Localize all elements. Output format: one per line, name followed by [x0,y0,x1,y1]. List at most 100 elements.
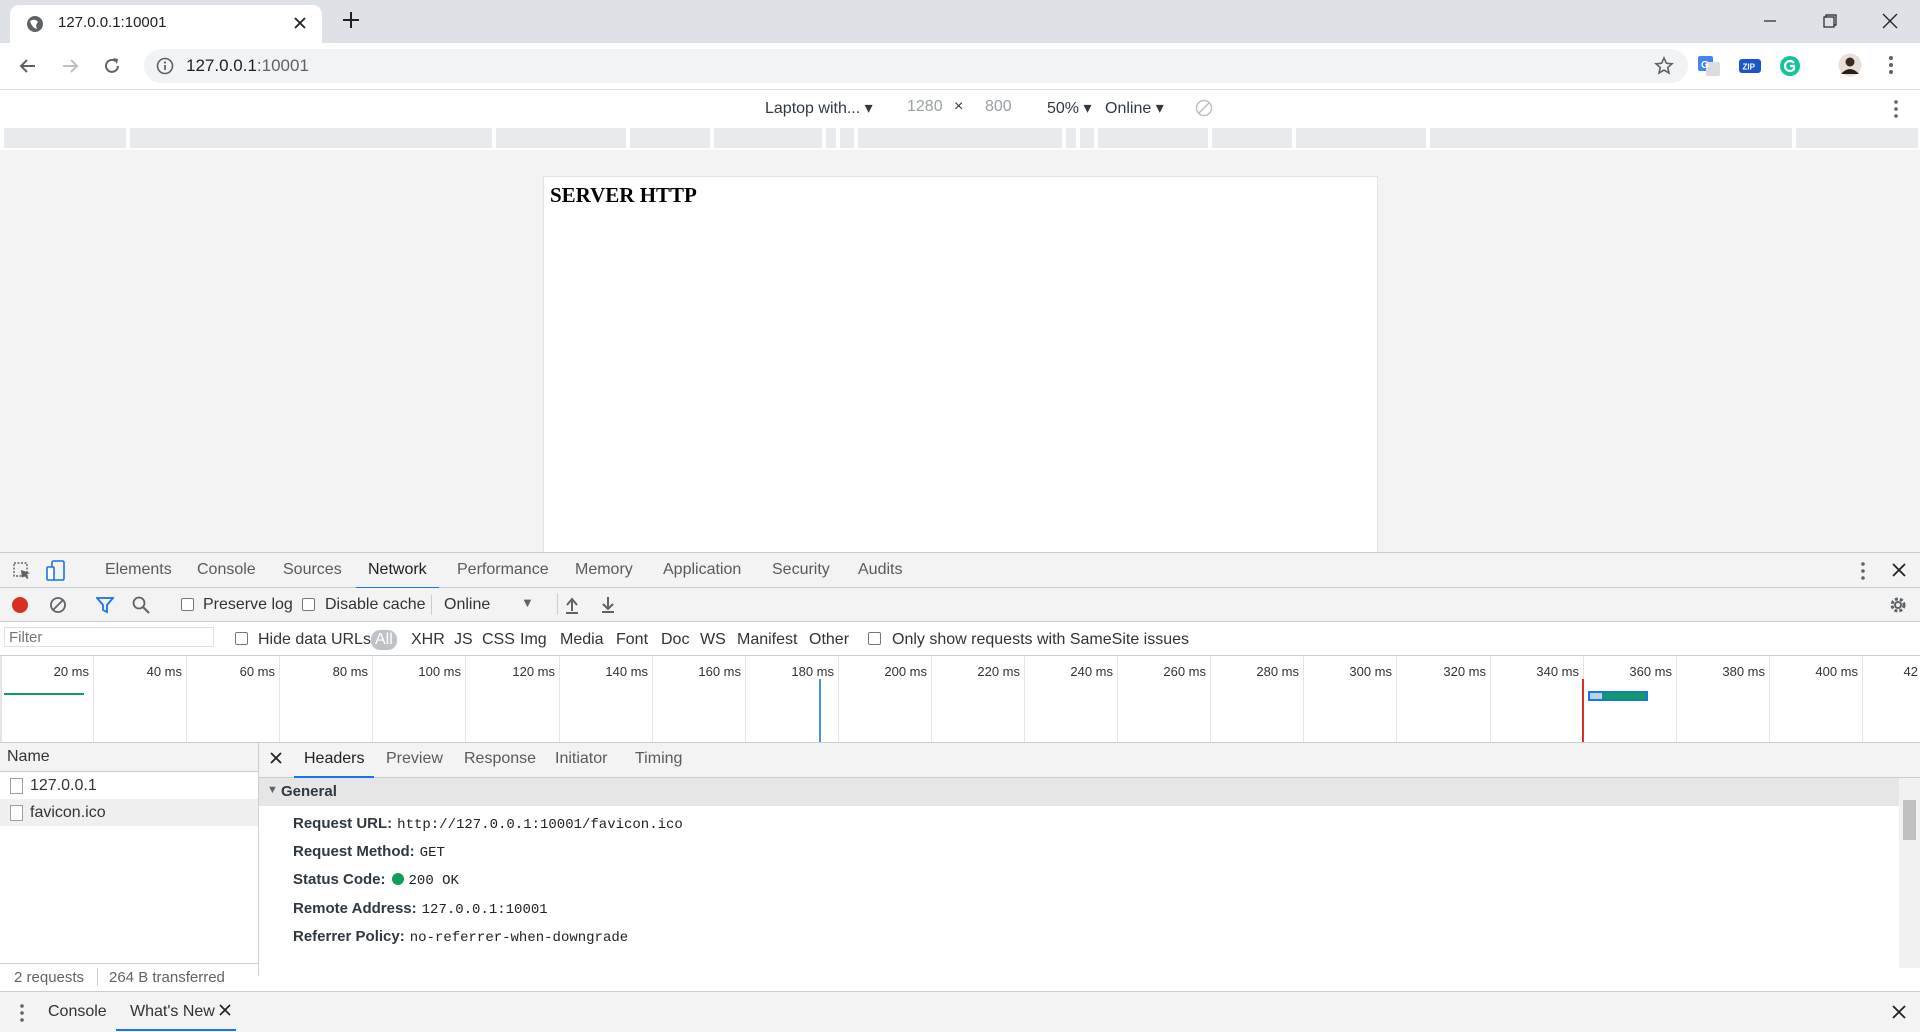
filter-type-doc[interactable]: Doc [661,631,689,649]
filter-type-manifest[interactable]: Manifest [737,631,797,649]
tab-security[interactable]: Security [772,561,830,579]
tab-application[interactable]: Application [663,561,741,579]
general-section-header[interactable]: ▼ General [259,778,1899,806]
filter-type-all[interactable]: All [371,630,397,650]
drawer-menu-icon[interactable] [19,1003,25,1023]
document-icon [10,805,23,821]
timeline-tick-label: 340 ms [1536,664,1579,679]
filter-type-ws[interactable]: WS [700,631,726,649]
filter-input[interactable] [4,627,214,647]
filter-type-css[interactable]: CSS [482,631,515,649]
address-bar[interactable]: 127.0.0.1:10001 [144,49,1688,83]
filter-type-other[interactable]: Other [809,631,849,649]
import-har-icon[interactable] [564,596,580,614]
tab-response[interactable]: Response [464,750,536,768]
close-details-icon[interactable] [269,751,283,765]
tab-initiator[interactable]: Initiator [555,750,607,768]
media-query-segment[interactable] [496,128,626,148]
media-query-segment[interactable] [1080,128,1094,148]
drawer-tab-console[interactable]: Console [48,1003,107,1021]
inspect-element-icon[interactable] [12,561,32,581]
tab-sources[interactable]: Sources [283,561,342,579]
hide-data-urls-checkbox[interactable] [235,632,248,645]
media-query-segment[interactable] [4,128,126,148]
media-query-segment[interactable] [858,128,1062,148]
rotate-icon[interactable] [1195,99,1213,117]
disable-cache-checkbox[interactable] [302,598,315,611]
close-drawer-icon[interactable] [1891,1004,1907,1020]
new-tab-icon[interactable] [341,10,361,30]
samesite-checkbox[interactable] [868,632,881,645]
tab-preview[interactable]: Preview [386,750,443,768]
media-query-segment[interactable] [840,128,854,148]
tab-console[interactable]: Console [197,561,256,579]
emulated-viewport: SERVER HTTP [0,150,1920,552]
filter-type-xhr[interactable]: XHR [411,631,445,649]
grammarly-icon[interactable] [1779,55,1801,77]
tab-memory[interactable]: Memory [575,561,633,579]
tab-elements[interactable]: Elements [105,561,172,579]
browser-menu-icon[interactable] [1888,54,1894,76]
tab-audits[interactable]: Audits [858,561,902,579]
media-query-segment[interactable] [714,128,822,148]
details-scrollbar[interactable] [1899,778,1920,968]
minimize-icon[interactable] [1750,6,1790,36]
record-icon[interactable] [11,596,29,614]
filter-type-media[interactable]: Media [560,631,604,649]
media-query-segment[interactable] [630,128,710,148]
filter-type-img[interactable]: Img [520,631,547,649]
media-query-segment[interactable] [826,128,836,148]
close-window-icon[interactable] [1870,6,1910,36]
filter-icon[interactable] [96,596,114,614]
height-input[interactable]: 800 [985,98,1012,116]
filter-type-font[interactable]: Font [616,631,648,649]
name-column-header[interactable]: Name [0,743,258,772]
throttle-select[interactable]: Online ▾ [1105,98,1164,118]
translate-extension-icon[interactable]: G [1697,55,1721,77]
tab-network[interactable]: Network [356,561,439,589]
media-query-segment[interactable] [130,128,492,148]
restore-icon[interactable] [1810,6,1850,36]
media-query-segment[interactable] [1098,128,1208,148]
triangle-down-icon: ▼ [267,784,278,796]
device-toolbar-menu-icon[interactable] [1893,99,1899,119]
media-query-segment[interactable] [1296,128,1426,148]
media-query-segment[interactable] [1430,128,1792,148]
media-query-segment[interactable] [1796,128,1918,148]
request-bar [4,693,84,695]
browser-tab[interactable]: 127.0.0.1:10001 [10,5,322,43]
media-query-segment[interactable] [1212,128,1292,148]
media-query-segment[interactable] [1066,128,1076,148]
throttle-dropdown[interactable]: Online [444,596,490,614]
zip-extension-icon[interactable]: ZIP [1738,55,1762,77]
zoom-select[interactable]: 50% ▾ [1047,98,1092,118]
devtools-menu-icon[interactable] [1860,561,1866,581]
reload-icon[interactable] [97,51,127,81]
tab-performance[interactable]: Performance [457,561,549,579]
avatar[interactable] [1838,53,1862,77]
close-tab-icon[interactable] [292,15,308,31]
forward-icon[interactable] [55,51,85,81]
back-icon[interactable] [13,51,43,81]
tab-headers[interactable]: Headers [293,750,376,778]
request-row[interactable]: favicon.ico [0,799,258,826]
drawer-tab-whats-new[interactable]: What's New [130,1003,215,1021]
request-bar [1588,691,1648,701]
width-input[interactable]: 1280 [907,98,943,116]
close-devtools-icon[interactable] [1891,562,1907,578]
search-icon[interactable] [132,596,150,614]
scrollbar-thumb[interactable] [1903,800,1916,840]
preserve-log-checkbox[interactable] [181,598,194,611]
device-toggle-icon[interactable] [46,560,66,582]
bookmark-star-icon[interactable] [1654,56,1674,76]
clear-icon[interactable] [49,596,67,614]
info-icon[interactable] [156,57,174,75]
device-select[interactable]: Laptop with... ▾ [765,98,873,118]
timeline-gridline [279,656,280,742]
export-har-icon[interactable] [600,596,616,614]
request-row[interactable]: 127.0.0.1 [0,772,258,799]
tab-timing[interactable]: Timing [635,750,682,768]
settings-gear-icon[interactable] [1888,595,1908,615]
close-drawer-tab-icon[interactable] [219,1004,231,1016]
filter-type-js[interactable]: JS [454,631,473,649]
